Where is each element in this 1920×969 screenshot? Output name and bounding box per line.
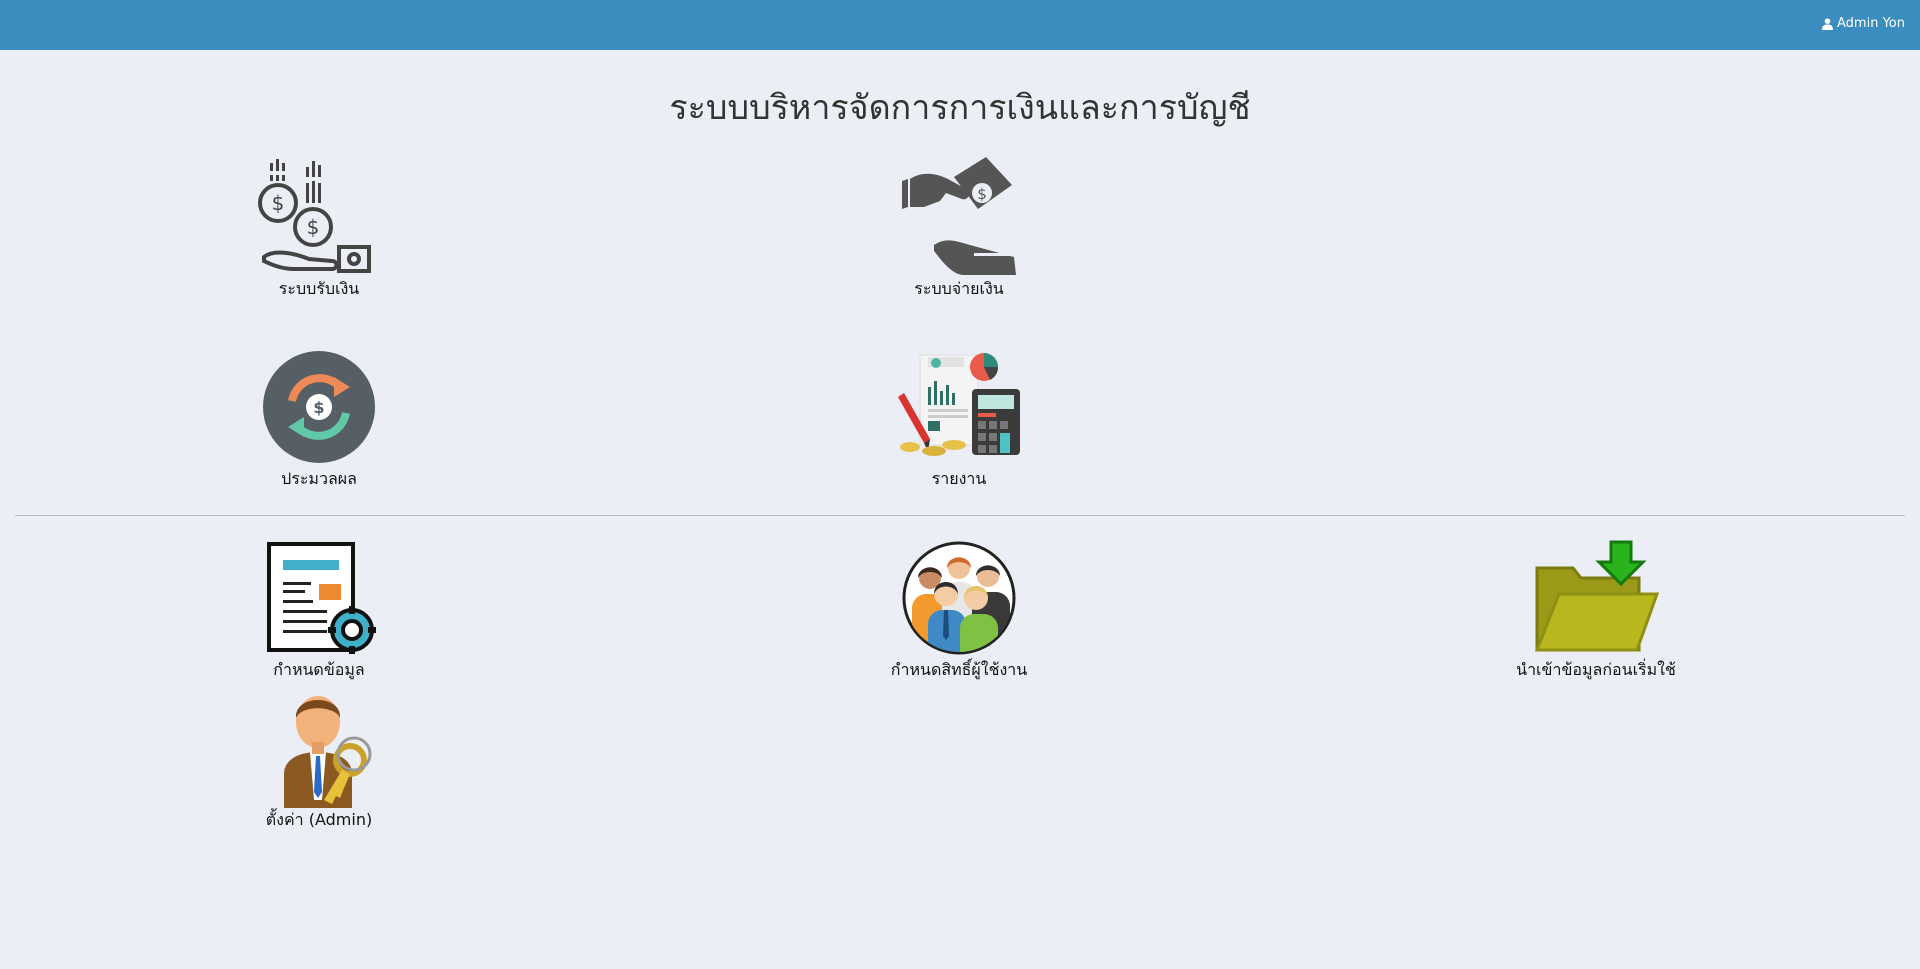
report-calculator-icon (898, 353, 1020, 456)
svg-text:$: $ (977, 185, 987, 203)
menu-receive-money[interactable]: $ $ ระบบรับเงิน (209, 157, 429, 302)
menu-pay-money[interactable]: $ ระบบจ่ายเงิน (849, 157, 1069, 302)
document-gear-icon (267, 542, 376, 654)
pay-money-icon: $ (902, 157, 1016, 275)
admin-key-icon (284, 696, 372, 808)
menu-process[interactable]: $ ประมวลผล (209, 347, 429, 492)
section-divider (15, 515, 1905, 516)
user-icon (1822, 17, 1834, 30)
menu-report[interactable]: รายงาน (849, 347, 1069, 492)
page-title: ระบบบริหารจัดการการเงินและการบัญชี (669, 88, 1251, 128)
menu-report-label: รายงาน (931, 469, 987, 488)
menu-define-data[interactable]: กำหนดข้อมูล (209, 538, 429, 683)
menu-admin-settings[interactable]: ตั้งค่า (Admin) (209, 688, 429, 833)
menu-import-initial-data[interactable]: นำเข้าข้อมูลก่อนเริ่มใช้ (1486, 538, 1706, 683)
menu-user-permissions-label: กำหนดสิทธิ์ผู้ใช้งาน (890, 660, 1028, 679)
user-group-icon (902, 541, 1016, 655)
menu-process-label: ประมวลผล (281, 469, 357, 488)
menu-pay-money-label: ระบบจ่ายเงิน (914, 279, 1004, 298)
svg-text:$: $ (307, 215, 320, 239)
user-name: Admin Yon (1837, 16, 1905, 31)
svg-text:$: $ (313, 398, 324, 417)
menu-define-data-label: กำหนดข้อมูล (273, 660, 365, 679)
process-refresh-icon: $ (263, 351, 375, 463)
folder-download-icon (1534, 540, 1660, 652)
menu-receive-money-label: ระบบรับเงิน (278, 279, 360, 298)
receive-money-icon: $ $ (258, 159, 371, 273)
menu-import-initial-data-label: นำเข้าข้อมูลก่อนเริ่มใช้ (1516, 660, 1676, 679)
menu-admin-settings-label: ตั้งค่า (Admin) (265, 810, 373, 829)
svg-text:$: $ (272, 191, 285, 215)
top-navbar: Admin Yon (0, 0, 1920, 50)
user-menu[interactable]: Admin Yon (1822, 16, 1905, 31)
menu-user-permissions[interactable]: กำหนดสิทธิ์ผู้ใช้งาน (849, 538, 1069, 683)
